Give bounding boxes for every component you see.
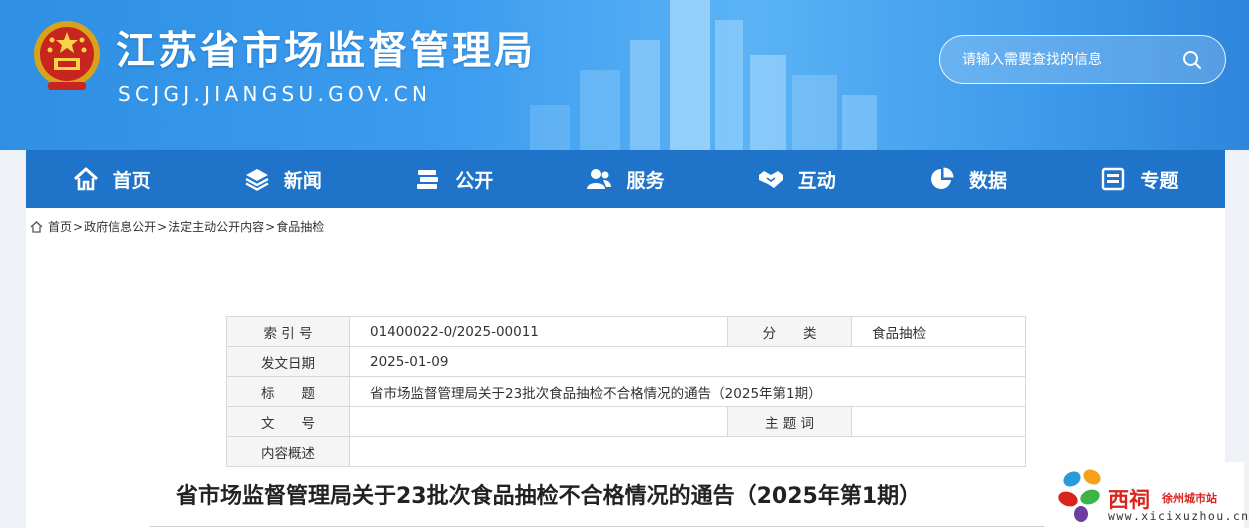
breadcrumb-gov-info[interactable]: 政府信息公开 bbox=[84, 218, 156, 235]
table-row: 内容概述 bbox=[226, 436, 1026, 467]
title-value: 省市场监督管理局关于23批次食品抽检不合格情况的通告（2025年第1期） bbox=[349, 376, 1026, 407]
nav-label: 公开 bbox=[455, 169, 494, 192]
table-row: 发文日期 2025-01-09 bbox=[226, 346, 1026, 377]
city-skyline-illustration bbox=[530, 0, 877, 150]
search-icon[interactable] bbox=[1180, 48, 1204, 72]
watermark-url: www.xicixuzhou.cn bbox=[1108, 509, 1249, 523]
document-meta-table: 索 引 号 01400022-0/2025-00011 分 类 食品抽检 发文日… bbox=[226, 316, 1026, 467]
nav-item-public[interactable]: 公开 bbox=[369, 150, 540, 208]
nav-item-news[interactable]: 新闻 bbox=[197, 150, 368, 208]
title-divider bbox=[150, 526, 1150, 527]
breadcrumb-separator: > bbox=[265, 219, 276, 234]
handshake-icon bbox=[758, 171, 783, 188]
category-label: 分 类 bbox=[727, 316, 852, 347]
site-title: 江苏省市场监督管理局 bbox=[116, 29, 537, 74]
nav-label: 专题 bbox=[1140, 169, 1179, 192]
home-icon bbox=[73, 167, 98, 191]
site-domain: SCJGJ.JIANGSU.GOV.CN bbox=[118, 82, 432, 106]
table-row: 文 号 主 题 词 bbox=[226, 406, 1026, 437]
nav-label: 互动 bbox=[797, 169, 836, 192]
national-emblem-icon bbox=[34, 21, 100, 90]
table-row: 标 题 省市场监督管理局关于23批次食品抽检不合格情况的通告（2025年第1期） bbox=[226, 376, 1026, 407]
breadcrumb-statutory[interactable]: 法定主动公开内容 bbox=[168, 218, 264, 235]
nav-item-interact[interactable]: 互动 bbox=[711, 150, 882, 208]
watermark-subtitle: 徐州城市站 bbox=[1162, 492, 1217, 505]
home-icon bbox=[30, 220, 43, 233]
breadcrumb-separator: > bbox=[73, 219, 84, 234]
breadcrumb: 首页 > 政府信息公开 > 法定主动公开内容 > 食品抽检 bbox=[30, 218, 324, 235]
docno-value bbox=[349, 406, 728, 437]
users-icon bbox=[587, 169, 612, 189]
breadcrumb-food-inspection[interactable]: 食品抽检 bbox=[276, 218, 324, 235]
subject-value bbox=[851, 406, 1026, 437]
summary-label: 内容概述 bbox=[226, 436, 350, 467]
nav-label: 数据 bbox=[969, 169, 1008, 192]
nav-label: 新闻 bbox=[283, 169, 322, 192]
index-value: 01400022-0/2025-00011 bbox=[349, 316, 728, 347]
layers-icon bbox=[245, 169, 269, 191]
title-label: 标 题 bbox=[226, 376, 350, 407]
date-value: 2025-01-09 bbox=[349, 346, 1026, 377]
nav-item-data[interactable]: 数据 bbox=[882, 150, 1053, 208]
nav-item-home[interactable]: 首页 bbox=[26, 150, 197, 208]
search-box bbox=[939, 35, 1226, 84]
nav-item-topic[interactable]: 专题 bbox=[1054, 150, 1225, 208]
nav-label: 首页 bbox=[112, 169, 151, 192]
search-input[interactable] bbox=[962, 48, 1172, 72]
xici-logo-icon bbox=[1058, 469, 1101, 522]
nav-item-service[interactable]: 服务 bbox=[540, 150, 711, 208]
breadcrumb-separator: > bbox=[157, 219, 168, 234]
pie-chart-icon bbox=[931, 167, 954, 189]
main-nav: 首页 新闻 公开 服务 互动 数据 专题 bbox=[26, 150, 1225, 208]
table-row: 索 引 号 01400022-0/2025-00011 分 类 食品抽检 bbox=[226, 316, 1026, 347]
docno-label: 文 号 bbox=[226, 406, 350, 437]
subject-label: 主 题 词 bbox=[727, 406, 852, 437]
topic-icon bbox=[1102, 167, 1125, 191]
breadcrumb-home[interactable]: 首页 bbox=[48, 218, 72, 235]
books-icon bbox=[417, 170, 439, 189]
category-value: 食品抽检 bbox=[851, 316, 1026, 347]
index-label: 索 引 号 bbox=[226, 316, 350, 347]
nav-label: 服务 bbox=[626, 169, 665, 192]
watermark: 西祠 徐州城市站 www.xicixuzhou.cn bbox=[1044, 462, 1248, 528]
summary-value bbox=[349, 436, 1026, 467]
header-banner: 江苏省市场监督管理局 SCJGJ.JIANGSU.GOV.CN bbox=[0, 0, 1249, 150]
date-label: 发文日期 bbox=[226, 346, 350, 377]
